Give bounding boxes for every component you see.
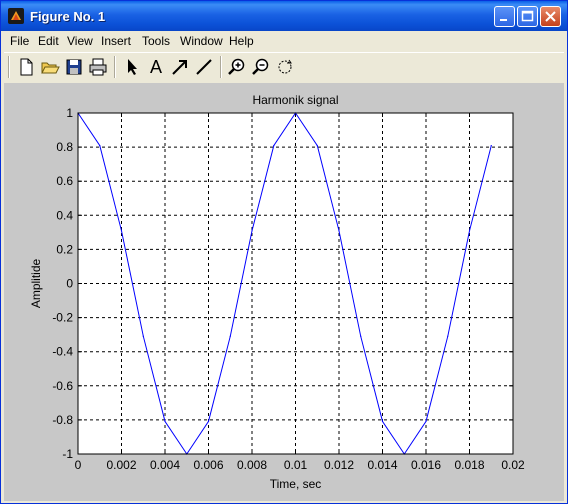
y-tick-label: 0.8 bbox=[56, 140, 73, 154]
x-tick-label: 0.008 bbox=[237, 458, 267, 472]
data-point bbox=[338, 230, 340, 232]
data-point bbox=[360, 335, 362, 337]
menu-file[interactable]: File bbox=[10, 34, 29, 48]
x-tick-label: 0.002 bbox=[106, 458, 136, 472]
matlab-logo-icon bbox=[8, 8, 24, 24]
toolbar-separator bbox=[220, 56, 222, 78]
select-arrow-icon[interactable] bbox=[121, 56, 143, 78]
zoom-in-icon[interactable] bbox=[226, 56, 248, 78]
menu-edit[interactable]: Edit bbox=[38, 34, 59, 48]
y-tick-label: -0.8 bbox=[52, 413, 73, 427]
y-tick-label: 0.6 bbox=[56, 174, 73, 188]
data-point bbox=[425, 420, 427, 423]
x-tick-label: 0.02 bbox=[501, 458, 525, 472]
maximize-icon bbox=[521, 10, 534, 22]
x-tick-label: 0 bbox=[75, 458, 82, 472]
x-tick-label: 0.016 bbox=[411, 458, 441, 472]
y-tick-label: 0 bbox=[66, 277, 73, 291]
data-point bbox=[207, 420, 210, 423]
print-icon[interactable] bbox=[87, 56, 109, 78]
y-tick-label: 0.4 bbox=[56, 208, 73, 222]
toolbar: A bbox=[4, 52, 564, 84]
plot-area[interactable]: 0 0.002 0.004 0.006 0.008 0.01 0.012 0.014 0.016… bbox=[4, 83, 564, 501]
y-tick-label: -0.2 bbox=[52, 311, 73, 325]
figure-window: Figure No. 1 File Edit View Insert Tools… bbox=[0, 0, 568, 504]
data-point bbox=[251, 230, 253, 232]
menu-view[interactable]: View bbox=[67, 34, 93, 48]
close-button[interactable] bbox=[540, 6, 561, 27]
zoom-out-icon[interactable] bbox=[250, 56, 272, 78]
insert-arrow-icon[interactable] bbox=[169, 56, 191, 78]
x-tick-label: 0.014 bbox=[367, 458, 397, 472]
menu-bar: File Edit View Insert Tools Window Help bbox=[4, 31, 564, 51]
x-tick-label: 0.018 bbox=[454, 458, 484, 472]
open-folder-icon[interactable] bbox=[39, 56, 61, 78]
data-point bbox=[381, 420, 384, 423]
data-point bbox=[316, 144, 318, 147]
data-point bbox=[229, 335, 231, 337]
toolbar-grip bbox=[8, 56, 10, 78]
x-tick-label: 0.006 bbox=[193, 458, 223, 472]
y-axis-label: Amplitide bbox=[29, 259, 43, 309]
data-point bbox=[142, 335, 144, 337]
data-point bbox=[120, 230, 123, 232]
x-tick-label: 0.01 bbox=[284, 458, 308, 472]
y-tick-label: -1 bbox=[62, 447, 73, 461]
x-tick-label: 0.012 bbox=[324, 458, 354, 472]
y-tick-label: 0.2 bbox=[56, 242, 73, 256]
menu-window[interactable]: Window bbox=[180, 34, 223, 48]
data-point bbox=[490, 144, 492, 147]
close-icon bbox=[545, 11, 556, 22]
y-tick-label: -0.4 bbox=[52, 345, 73, 359]
data-point bbox=[273, 144, 275, 147]
minimize-icon bbox=[500, 19, 507, 21]
data-point bbox=[468, 230, 471, 232]
x-tick-labels: 0 0.002 0.004 0.006 0.008 0.01 0.012 0.014 0.016… bbox=[75, 458, 525, 472]
menu-help[interactable]: Help bbox=[229, 34, 254, 48]
toolbar-separator bbox=[114, 56, 116, 78]
y-tick-label: 1 bbox=[66, 106, 73, 120]
insert-text-tool[interactable]: A bbox=[145, 56, 167, 78]
x-tick-label: 0.004 bbox=[150, 458, 180, 472]
save-icon[interactable] bbox=[63, 56, 85, 78]
data-point bbox=[447, 335, 449, 337]
menu-insert[interactable]: Insert bbox=[101, 34, 131, 48]
maximize-button[interactable] bbox=[517, 6, 538, 27]
data-point bbox=[164, 420, 166, 423]
y-tick-label: -0.6 bbox=[52, 379, 73, 393]
data-point bbox=[99, 144, 101, 147]
chart-title: Harmonik signal bbox=[252, 93, 338, 107]
figure-canvas: 0 0.002 0.004 0.006 0.008 0.01 0.012 0.014 0.016… bbox=[4, 83, 564, 501]
rotate-icon[interactable] bbox=[274, 56, 296, 78]
title-bar[interactable]: Figure No. 1 bbox=[1, 1, 567, 31]
minimize-button[interactable] bbox=[494, 6, 515, 27]
window-title: Figure No. 1 bbox=[30, 9, 106, 24]
menu-tools[interactable]: Tools bbox=[142, 34, 170, 48]
y-tick-labels: 1 0.8 0.6 0.4 0.2 0 -0.2 -0.4 -0.6 -0.8 -1 bbox=[52, 106, 73, 461]
x-axis-label: Time, sec bbox=[270, 477, 322, 491]
insert-text-icon: A bbox=[149, 57, 162, 77]
new-file-icon[interactable] bbox=[15, 56, 37, 78]
insert-line-icon[interactable] bbox=[193, 56, 215, 78]
